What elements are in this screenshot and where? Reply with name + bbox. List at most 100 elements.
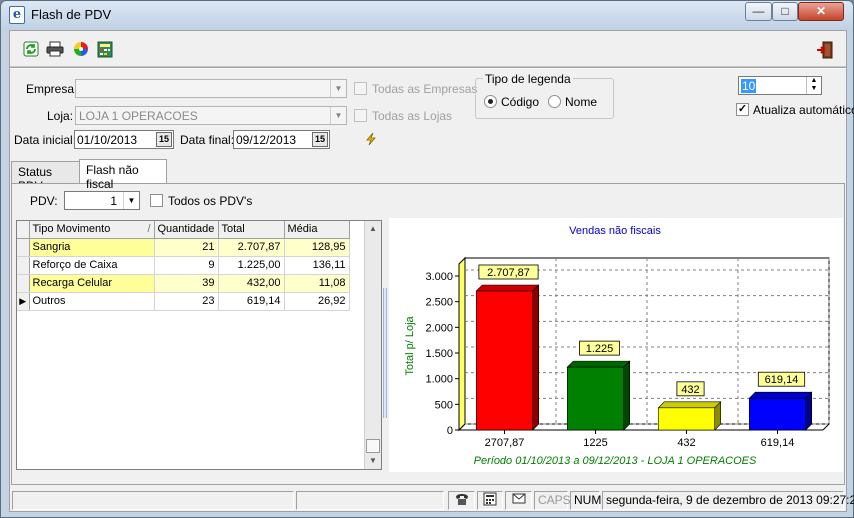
chart-x-tick-label: 432 [677,437,695,449]
cell-quantidade[interactable]: 9 [154,256,219,275]
num-indicator: NUM [570,491,601,510]
data-inicial-value: 01/10/2013 [77,133,138,147]
nome-radio[interactable] [548,95,561,108]
scroll-down-icon[interactable]: ▼ [365,453,381,469]
chart-y-axis-label: Total p/ Loja [404,315,416,375]
chevron-down-icon[interactable]: ▼ [330,80,346,97]
cell-total[interactable]: 2.707,87 [218,238,285,257]
data-inicial-field[interactable]: 01/10/2013 15 [74,130,174,149]
movimentos-grid[interactable]: Tipo Movimento / Quantidade Total Média S… [16,220,382,470]
calculator-icon[interactable] [96,41,114,59]
data-final-field[interactable]: 09/12/2013 15 [233,130,330,149]
tab-flash-nao-fiscal[interactable]: Flash não fiscal [79,159,167,191]
column-header-media[interactable]: Média [283,221,350,239]
maximize-button[interactable]: □ [772,2,798,21]
status-cell-1 [12,491,294,510]
refresh-interval-spinner[interactable]: 10 ▲ ▼ [738,76,822,95]
cell-total[interactable]: 619,14 [218,292,285,311]
chevron-down-icon[interactable]: ▼ [123,192,139,209]
spinner-arrows-icon[interactable]: ▲ ▼ [806,77,821,94]
cell-quantidade[interactable]: 23 [154,292,219,311]
chart-data-label: 432 [681,384,699,396]
row-indicator: ▶ [17,292,30,311]
envelope-icon[interactable] [505,491,532,510]
column-header-quantidade[interactable]: Quantidade [153,221,219,239]
chart-bar [657,407,716,431]
cell-total[interactable]: 1.225,00 [218,256,285,275]
scroll-thumb[interactable] [366,439,380,453]
table-row[interactable]: ▶ Outros 23 619,14 26,92 [17,292,350,311]
cell-tipo[interactable]: Recarga Celular [29,274,155,293]
cell-tipo[interactable]: Outros [29,292,155,311]
sort-indicator: / [147,223,151,236]
lightning-icon[interactable] [364,132,378,146]
cell-tipo[interactable]: Reforço de Caixa [29,256,155,275]
exit-door-icon[interactable] [816,41,834,59]
chart-data-label: 619,14 [765,374,799,386]
codigo-radio[interactable] [484,95,497,108]
cell-media[interactable]: 26,92 [284,292,350,311]
atualiza-checkbox[interactable]: ✓ [736,103,749,116]
chart-bar-top [566,360,631,368]
splitter-handle[interactable] [383,288,387,418]
window-title: Flash de PDV [31,7,112,22]
tab-status-pdv[interactable]: Status PDV [11,161,80,193]
cell-media[interactable]: 128,95 [284,238,350,257]
table-row[interactable]: Reforço de Caixa 9 1.225,00 136,11 [17,256,350,275]
calculator-icon[interactable] [477,491,503,510]
todos-pdvs-checkbox[interactable] [150,194,163,207]
chart-panel: 0 500 1.000 1.500 2.000 2.500 3.000 2.707,87 270… [389,218,843,472]
chart-bar-side [532,284,540,431]
refresh-icon[interactable] [22,41,40,59]
chart-bar [475,290,534,431]
chart-x-tick-label: 619,14 [761,437,795,449]
minimize-button[interactable]: — [745,2,772,21]
atualiza-label: Atualiza automático [753,103,854,117]
phone-icon[interactable] [448,491,475,510]
cell-total[interactable]: 432,00 [218,274,285,293]
close-button[interactable]: ✕ [798,2,844,21]
data-final-value: 09/12/2013 [236,133,297,147]
todas-empresas-checkbox[interactable] [354,82,367,95]
toolbar-separator [10,67,846,69]
chart-data-label: 1.225 [586,343,614,355]
chart-x-tick-label: 1225 [583,437,607,449]
chart-y-tick-label: 3.000 [425,271,453,283]
row-indicator [17,256,30,275]
cell-media[interactable]: 136,11 [284,256,350,275]
column-header-tipo[interactable]: Tipo Movimento / [28,221,155,239]
todos-pdvs-label: Todos os PDV's [168,194,253,208]
color-wheel-icon[interactable] [72,41,90,59]
cell-tipo[interactable]: Sangria [29,238,155,257]
row-indicator [17,238,30,257]
tipo-legenda-label: Tipo de legenda [483,72,573,86]
grid-scrollbar[interactable]: ▲ ▼ [364,221,381,469]
cell-media[interactable]: 11,08 [284,274,350,293]
calendar-icon[interactable]: 15 [156,132,172,147]
empresa-combo[interactable]: ▼ [75,79,347,98]
table-row[interactable]: Recarga Celular 39 432,00 11,08 [17,274,350,293]
chart-left-wall [458,256,466,432]
status-bar: CAPS NUM segunda-feira, 9 de dezembro de… [10,489,854,511]
printer-icon[interactable] [46,41,64,59]
chart-bar-top [657,401,722,409]
column-header-total[interactable]: Total [217,221,285,239]
table-row[interactable]: Sangria 21 2.707,87 128,95 [17,238,350,257]
cell-quantidade[interactable]: 39 [154,274,219,293]
pdv-combo[interactable]: 1 ▼ [64,191,140,210]
scroll-up-icon[interactable]: ▲ [365,221,381,237]
cell-quantidade[interactable]: 21 [154,238,219,257]
app-icon: e [9,6,25,24]
chart-y-tick-label: 500 [435,399,453,411]
loja-combo[interactable]: LOJA 1 OPERACOES ▼ [75,106,347,125]
chevron-down-icon[interactable]: ▼ [330,107,346,124]
calendar-icon[interactable]: 15 [312,132,328,147]
chart-bar-top [748,391,813,399]
client-area: Empresa: ▼ Todas as Empresas Loja: LOJA … [9,30,854,512]
caps-indicator: CAPS [534,491,571,510]
title-bar[interactable]: e Flash de PDV — □ ✕ [1,1,853,29]
datetime-display: segunda-feira, 9 de dezembro de 2013 09:… [602,491,854,510]
todas-lojas-checkbox[interactable] [354,109,367,122]
data-inicial-label: Data inicial: [14,133,77,147]
refresh-interval-value[interactable]: 10 [741,79,757,93]
